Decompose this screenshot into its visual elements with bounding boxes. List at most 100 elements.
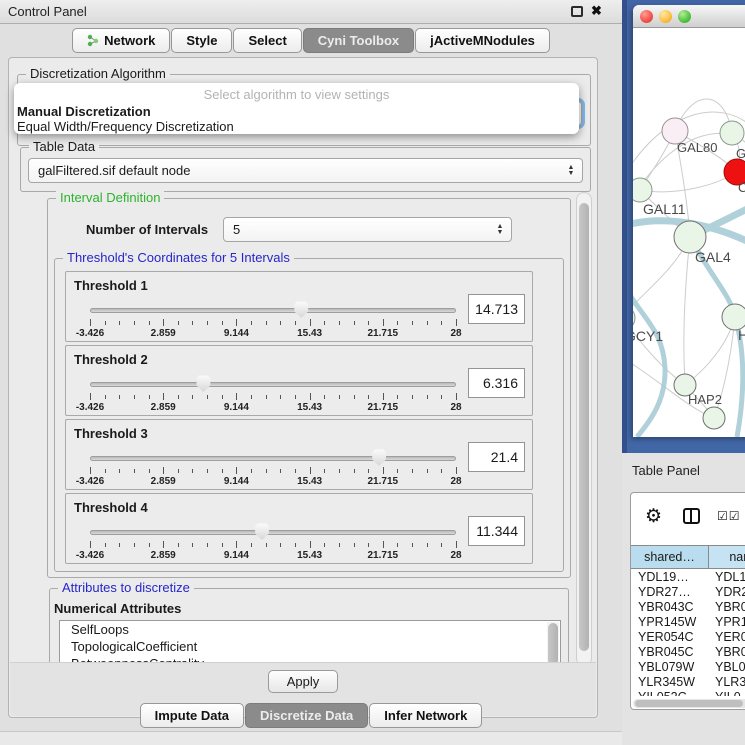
tab-label: jActiveMNodules: [430, 29, 535, 52]
bottom-tab-bar: Impute Data Discretize Data Infer Networ…: [0, 703, 622, 728]
table-horizontal-scrollbar[interactable]: [633, 699, 745, 708]
cell: YDR27…: [631, 585, 709, 600]
table-row[interactable]: YDL19…YDL1: [631, 570, 745, 585]
tab-label: Style: [186, 29, 217, 52]
close-icon[interactable]: ✖: [591, 3, 602, 19]
checkboxes-icon[interactable]: ☑☑: [717, 509, 741, 523]
combo-arrows-icon: ▲▼: [493, 221, 507, 239]
table-row[interactable]: YIL052CYIL0: [631, 690, 745, 696]
panel-vertical-scrollbar[interactable]: [576, 192, 592, 666]
group-title: Attributes to discretize: [58, 580, 194, 595]
slider-track[interactable]: [90, 308, 456, 313]
slider-thumb[interactable]: [255, 523, 270, 540]
tab-style[interactable]: Style: [171, 28, 232, 53]
node-label-partial-c: C: [738, 180, 745, 195]
cell: YPR1: [709, 615, 745, 630]
table-data-combo[interactable]: galFiltered.sif default node ▲▼: [28, 158, 583, 183]
tab-infer-network[interactable]: Infer Network: [369, 703, 482, 728]
table-header-row: shared… name: [631, 545, 745, 569]
threshold-2-value[interactable]: 6.316: [468, 368, 525, 398]
gear-icon[interactable]: ⚙: [645, 505, 662, 528]
column-header-name[interactable]: name: [709, 546, 745, 568]
slider-track[interactable]: [90, 456, 456, 461]
control-panel: Control Panel ✖ Network Style Select Cyn…: [0, 0, 622, 745]
cell: YBL079W: [631, 660, 709, 675]
slider-thumb[interactable]: [372, 449, 387, 466]
network-icon: [87, 34, 99, 47]
column-header-shared[interactable]: shared…: [631, 546, 709, 568]
minimize-traffic-light-icon[interactable]: [659, 10, 672, 23]
close-traffic-light-icon[interactable]: [640, 10, 653, 23]
cell: YBR0: [709, 600, 745, 615]
node-gcy1[interactable]: [633, 306, 635, 330]
cyni-toolbox-panel: Discretization Algorithm ▲▼ Select algor…: [8, 57, 598, 718]
column-layout-icon[interactable]: [683, 508, 700, 524]
tab-select[interactable]: Select: [233, 28, 301, 53]
threshold-4-value[interactable]: 11.344: [468, 516, 525, 546]
tab-label: Discretize Data: [260, 704, 353, 727]
scrollbar-thumb[interactable]: [548, 623, 558, 665]
numerical-attributes-heading: Numerical Attributes: [54, 601, 181, 616]
scrollbar-thumb[interactable]: [579, 203, 589, 651]
node-label-gal80: GAL80: [677, 140, 717, 155]
slider-tick-labels: -3.4262.8599.14415.4321.71528: [90, 328, 456, 340]
table-row[interactable]: YPR145WYPR1: [631, 615, 745, 630]
tab-label: Impute Data: [155, 704, 229, 727]
table-row[interactable]: YBR043CYBR0: [631, 600, 745, 615]
slider-track[interactable]: [90, 382, 456, 387]
cell: YPR145W: [631, 615, 709, 630]
tab-discretize-data[interactable]: Discretize Data: [245, 703, 368, 728]
tab-impute-data[interactable]: Impute Data: [140, 703, 244, 728]
node-bottom[interactable]: [703, 407, 725, 429]
table-panel-box: ⚙ ☑☑ shared… name YDL19…YDL1 YDR27…YDR2 …: [630, 492, 745, 710]
combo-arrows-icon: ▲▼: [564, 162, 578, 180]
slider-thumb[interactable]: [294, 301, 309, 318]
threshold-3-slider[interactable]: -3.4262.8599.14415.4321.71528: [90, 448, 456, 488]
slider-ticks: [90, 467, 456, 475]
threshold-1-value[interactable]: 14.713: [468, 294, 525, 324]
scrollbar-thumb[interactable]: [635, 700, 743, 707]
threshold-label: Threshold 4: [74, 500, 148, 515]
slider-thumb[interactable]: [196, 375, 211, 392]
node-gal11[interactable]: [633, 178, 652, 202]
tab-label: Network: [104, 29, 155, 52]
combo-value: galFiltered.sif default node: [38, 163, 190, 178]
network-window-titlebar[interactable]: [633, 5, 745, 28]
table-panel: Table Panel ⚙ ☑☑ shared… name YDL19…YDL1…: [622, 453, 745, 745]
tab-network[interactable]: Network: [72, 28, 170, 53]
tab-label: Cyni Toolbox: [318, 29, 399, 52]
table-row[interactable]: YDR27…YDR2: [631, 585, 745, 600]
slider-tick-labels: -3.4262.8599.14415.4321.71528: [90, 550, 456, 562]
cell: YER054C: [631, 630, 709, 645]
tab-cyni-toolbox[interactable]: Cyni Toolbox: [303, 28, 414, 53]
network-canvas[interactable]: GAL80 GA C GAL11 GAL4 GCY1 H HAP2: [633, 28, 745, 437]
zoom-traffic-light-icon[interactable]: [678, 10, 691, 23]
threshold-3-value[interactable]: 21.4: [468, 442, 525, 472]
threshold-1-slider[interactable]: -3.4262.8599.14415.4321.71528: [90, 300, 456, 340]
threshold-2-slider[interactable]: -3.4262.8599.14415.4321.71528: [90, 374, 456, 414]
cell: YER0: [709, 630, 745, 645]
dropdown-item-manual-discretization[interactable]: Manual Discretization: [17, 104, 151, 119]
table-panel-title: Table Panel: [632, 463, 700, 478]
table-toolbar: ⚙ ☑☑: [631, 493, 745, 543]
table-row[interactable]: YBL079WYBL0: [631, 660, 745, 675]
table-row[interactable]: YLR345WYLR3: [631, 675, 745, 690]
table-row[interactable]: YBR045CYBR0: [631, 645, 745, 660]
apply-button[interactable]: Apply: [268, 670, 338, 693]
cell: YLR3: [709, 675, 745, 690]
interval-definition-group: Interval Definition Number of Intervals …: [47, 198, 571, 578]
threshold-4-slider[interactable]: -3.4262.8599.14415.4321.71528: [90, 522, 456, 562]
slider-track[interactable]: [90, 530, 456, 535]
list-item[interactable]: TopologicalCoefficient: [60, 638, 560, 655]
table-row[interactable]: YER054CYER0: [631, 630, 745, 645]
group-title: Discretization Algorithm: [26, 66, 170, 81]
top-tab-bar: Network Style Select Cyni Toolbox jActiv…: [0, 28, 622, 53]
node-label-hap2: HAP2: [688, 392, 722, 407]
num-intervals-combo[interactable]: 5 ▲▼: [223, 217, 512, 242]
tab-jactivemnodules[interactable]: jActiveMNodules: [415, 28, 550, 53]
list-item[interactable]: SelfLoops: [60, 621, 560, 638]
cell: YDL19…: [631, 570, 709, 585]
node-top-right[interactable]: [720, 121, 744, 145]
float-window-icon[interactable]: [571, 6, 583, 17]
dropdown-item-equal-width-frequency[interactable]: Equal Width/Frequency Discretization: [17, 119, 234, 134]
